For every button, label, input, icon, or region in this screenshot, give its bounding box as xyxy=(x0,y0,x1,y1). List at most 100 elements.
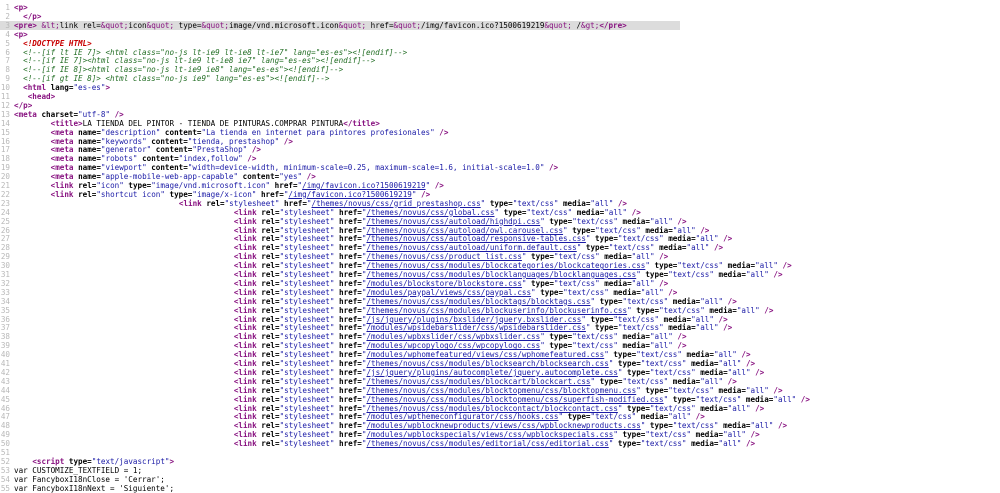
line-number: 25 xyxy=(0,216,10,226)
resource-link[interactable]: /themes/novus/css/autoload/highdpi.css xyxy=(366,217,540,226)
resource-link[interactable]: /themes/novus/css/modules/blocktags/bloc… xyxy=(366,297,590,306)
code-token: "description" xyxy=(100,127,161,137)
code-token: "stylesheet" xyxy=(279,261,335,271)
code-token: <meta xyxy=(50,145,79,155)
line-code: <link rel="stylesheet" href="/modules/wp… xyxy=(234,421,787,430)
code-token: media= xyxy=(599,252,632,262)
code-token: href= xyxy=(334,367,362,377)
source-line: 42 <link rel="stylesheet" href="/js/jquer… xyxy=(0,368,764,377)
resource-link[interactable]: /modules/blockstore/blockstore.css xyxy=(366,279,521,288)
resource-link[interactable]: /modules/wpblocknewproducts/views/css/wp… xyxy=(366,421,640,430)
code-token: "all" xyxy=(686,243,710,253)
line-code: <link rel="stylesheet" href="/themes/nov… xyxy=(234,439,755,448)
resource-link[interactable]: /modules/wpsidebarslider/css/wpsidebarsl… xyxy=(366,323,585,332)
resource-link[interactable]: /themes/novus/css/modules/blockcart/bloc… xyxy=(366,377,590,386)
line-number: 19 xyxy=(0,163,10,173)
code-token: content= xyxy=(238,172,280,182)
code-token: "image/vnd.microsoft.icon" xyxy=(151,181,271,190)
resource-link[interactable]: /img/favicon.ico?1500619219 xyxy=(302,181,425,190)
resource-link[interactable]: /themes/novus/css/autoload/uniform.defau… xyxy=(366,243,576,252)
code-token: "stylesheet" xyxy=(279,225,335,235)
resource-link[interactable]: /themes/novus/css/global.css xyxy=(366,208,494,217)
code-token: "all" xyxy=(745,385,769,395)
code-token: "all" xyxy=(713,350,737,360)
line-code: <script type="text/javascript"> xyxy=(32,457,174,466)
resource-link[interactable]: /modules/paypal/views/css/paypal.css xyxy=(366,288,531,297)
resource-link[interactable]: /img/favicon.ico?1500619219 xyxy=(288,190,411,199)
code-token: href= xyxy=(334,296,362,306)
source-line: 51 xyxy=(0,448,14,457)
code-token: /> xyxy=(773,421,788,431)
code-token: href= xyxy=(334,421,362,431)
code-token: <link xyxy=(50,181,79,190)
code-token: name= xyxy=(78,154,101,164)
code-token: type= xyxy=(544,216,573,226)
code-token: media= xyxy=(617,332,650,342)
code-token: "stylesheet" xyxy=(279,403,335,413)
line-code: <link rel="stylesheet" href="/modules/wp… xyxy=(234,430,760,439)
code-token: <link xyxy=(233,314,262,324)
resource-link[interactable]: /themes/novus/css/modules/blockuserinfo/… xyxy=(366,306,627,315)
code-token: <link xyxy=(233,359,262,368)
resource-link[interactable]: /modules/wphomefeatured/views/css/wphome… xyxy=(366,350,604,359)
code-token: /> xyxy=(713,314,728,324)
resource-link[interactable]: /themes/novus/css/autoload/responsive-ta… xyxy=(366,234,585,243)
resource-link[interactable]: /themes/novus/css/modules/blocklanguages… xyxy=(366,270,636,279)
line-code: <link rel="stylesheet" href="/modules/wp… xyxy=(234,323,732,332)
code-token: "text/css" xyxy=(636,350,682,360)
code-token: "text/css" xyxy=(668,270,714,279)
code-token: type= xyxy=(526,252,554,262)
code-token: /> xyxy=(768,270,783,279)
line-number: 5 xyxy=(5,38,10,48)
source-line: 15 <meta name="description" content="La t… xyxy=(0,127,449,137)
resource-link[interactable]: /modules/wpblockspecials/views/css/wpblo… xyxy=(366,430,613,439)
resource-link[interactable]: /themes/novus/css/modules/blockcategorie… xyxy=(366,261,645,270)
code-token: href= xyxy=(334,216,362,226)
line-code: <!--[if IE 8]><html class="no-js lt-ie9 … xyxy=(23,65,343,74)
resource-link[interactable]: /modules/wpcopylogo/css/wpcopylogo.css xyxy=(366,341,540,350)
line-code: <link rel="stylesheet" href="/themes/nov… xyxy=(234,395,810,404)
code-token: "width=device-width, minimum-scale=0.25,… xyxy=(187,163,545,173)
code-token: "all" xyxy=(649,341,673,351)
resource-link[interactable]: /modules/wpbxslider/css/wpbxslider.css xyxy=(366,332,540,341)
line-number: 51 xyxy=(0,448,10,457)
code-token: "icon" xyxy=(96,181,124,190)
code-token: <!--[if IE 8]><html class="no-js lt-ie9 … xyxy=(23,65,344,75)
source-line: 6 <!--[if lt IE 7]> <html class="no-js lt… xyxy=(0,48,407,57)
resource-link[interactable]: /themes/novus/css/modules/blocktopmenu/c… xyxy=(366,386,636,395)
code-token: type= xyxy=(640,270,669,279)
resource-link[interactable]: /themes/novus/css/modules/blocktopmenu/c… xyxy=(366,395,663,404)
code-token: rel= xyxy=(261,216,280,226)
code-token: media= xyxy=(741,394,774,404)
source-line: 40 <link rel="stylesheet" href="/modules/… xyxy=(0,350,751,359)
code-token: rel= xyxy=(261,385,280,395)
line-number: 22 xyxy=(0,189,10,199)
resource-link[interactable]: /themes/novus/css/modules/blockcontact/b… xyxy=(366,404,617,413)
code-token: <link xyxy=(233,350,262,360)
line-code: <link rel="icon" type="image/vnd.microso… xyxy=(51,181,444,190)
code-token: "stylesheet" xyxy=(279,385,335,395)
resource-link[interactable]: /js/jquery/plugins/autocomplete/jquery.a… xyxy=(366,368,617,377)
code-token: "utf-8" xyxy=(78,109,111,119)
code-token: href= xyxy=(334,412,362,422)
code-token: type= xyxy=(595,296,623,306)
resource-link[interactable]: /themes/novus/css/grid_prestashop.css xyxy=(312,199,481,208)
code-token: rel= xyxy=(261,261,280,271)
resource-link[interactable]: /modules/wpthemeconfigurator/css/hooks.c… xyxy=(366,412,558,421)
line-code: <link rel="stylesheet" href="/themes/nov… xyxy=(234,252,668,261)
resource-link[interactable]: /themes/novus/css/modules/editorial/css/… xyxy=(366,439,608,448)
line-number: 49 xyxy=(0,430,10,440)
source-line: 13 <meta charset="utf-8" /> xyxy=(0,110,124,119)
code-token: media= xyxy=(599,278,632,288)
code-token: "stylesheet" xyxy=(279,359,335,368)
line-code: <link rel="stylesheet" href="/themes/nov… xyxy=(234,234,732,243)
resource-link[interactable]: /themes/novus/css/autoload/owl.carousel.… xyxy=(366,226,563,235)
line-code: <link rel="shortcut icon" type="image/x-… xyxy=(51,190,431,199)
resource-link[interactable]: /themes/novus/css/product_list.css xyxy=(366,252,521,261)
resource-link[interactable]: /js/jquery/plugins/bxslider/jquery.bxsli… xyxy=(366,315,581,324)
code-token: "text/css" xyxy=(563,287,609,297)
resource-link[interactable]: /themes/novus/css/modules/blocksearch/bl… xyxy=(366,359,608,368)
code-token: type= xyxy=(631,305,660,315)
code-token: href= xyxy=(334,332,362,342)
line-number: 26 xyxy=(0,225,10,235)
